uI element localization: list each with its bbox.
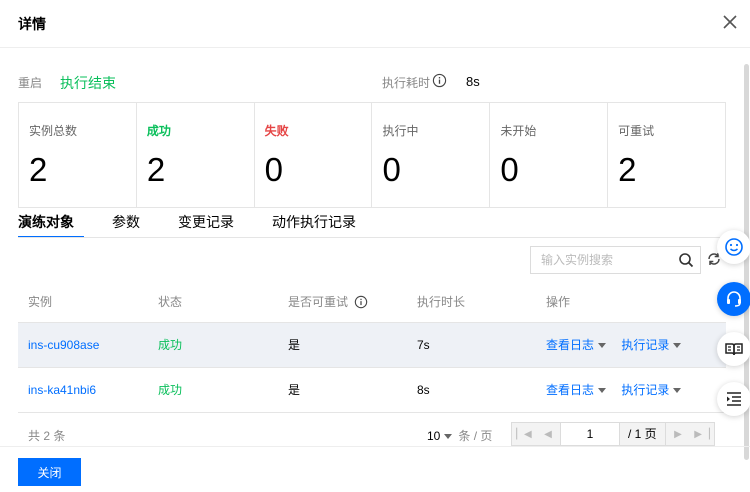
list-icon[interactable] [717, 382, 750, 416]
duration-cell: 7s [407, 322, 536, 368]
page-nav: ▏◀ ◀ 1 / 1 页 ▶ ▶▕ [511, 422, 715, 446]
view-log-label: 查看日志 [546, 383, 595, 397]
first-page-icon[interactable]: ▏◀ [512, 423, 536, 445]
tab-bar: 演练对象 参数 变更记录 动作执行记录 [18, 212, 394, 238]
column-header-status: 状态 [148, 282, 278, 323]
status-cell: 成功 [148, 367, 278, 413]
close-icon[interactable] [720, 12, 740, 32]
page-number-input[interactable]: 1 [560, 423, 620, 445]
book-icon[interactable] [717, 332, 750, 366]
total-count: 共 2 条 [28, 429, 66, 443]
info-icon[interactable] [432, 73, 447, 88]
page-size-value: 10 [427, 429, 441, 443]
stat-value: 0 [500, 151, 519, 188]
stat-value: 2 [146, 151, 166, 188]
page-size-select[interactable]: 10 条 / 页 [427, 427, 492, 444]
caret-down-icon [673, 343, 682, 349]
column-header-instance: 实例 [18, 282, 148, 323]
stat-value: 2 [29, 151, 48, 188]
table-row: ins-cu908ase 成功 是 7s 查看日志 执行记录 [18, 322, 726, 368]
smile-icon[interactable] [717, 230, 750, 264]
dialog-header: 详情 [0, 0, 750, 48]
exec-record-dropdown[interactable]: 执行记录 [621, 383, 682, 397]
restart-status: 执行结束 [60, 75, 116, 91]
stat-label: 成功 [146, 124, 171, 138]
stat-label: 执行中 [382, 124, 419, 138]
stat-running: 执行中 0 [371, 103, 489, 207]
page-of-label: / 1 页 [620, 423, 666, 445]
stat-value: 2 [618, 151, 637, 188]
dialog-title: 详情 [18, 16, 46, 32]
search-icon[interactable] [678, 252, 694, 268]
tab-divider [18, 237, 726, 238]
next-page-icon[interactable]: ▶ [666, 423, 690, 445]
column-header-label: 是否可重试 [288, 295, 349, 310]
exec-record-label: 执行记录 [621, 383, 670, 397]
restart-label: 重启 [18, 76, 43, 90]
view-log-label: 查看日志 [546, 338, 595, 352]
retryable-cell: 是 [278, 322, 407, 368]
exec-record-dropdown[interactable]: 执行记录 [621, 338, 682, 352]
tab-drill-targets[interactable]: 演练对象 [18, 212, 84, 238]
column-header-duration: 执行时长 [407, 282, 536, 323]
caret-down-icon [444, 434, 453, 440]
exec-record-label: 执行记录 [621, 338, 670, 352]
headset-icon[interactable] [717, 282, 750, 316]
stat-retryable: 可重试 2 [607, 103, 725, 207]
elapsed-value: 8s [466, 74, 480, 89]
stat-not-started: 未开始 0 [489, 103, 607, 207]
pagination: 共 2 条 10 条 / 页 ▏◀ ◀ 1 / 1 页 ▶ ▶▕ [18, 420, 726, 448]
tab-action-log[interactable]: 动作执行记录 [272, 212, 356, 238]
stat-value: 0 [264, 151, 284, 188]
close-button[interactable]: 关闭 [18, 458, 81, 486]
view-log-dropdown[interactable]: 查看日志 [546, 338, 607, 352]
stat-label: 未开始 [500, 124, 537, 138]
stats-panel: 实例总数 2 成功 2 失败 0 执行中 0 未开始 0 可重试 2 [18, 102, 726, 208]
instance-link[interactable]: ins-cu908ase [28, 338, 99, 352]
last-page-icon[interactable]: ▶▕ [690, 423, 714, 445]
stat-label: 失败 [264, 124, 289, 138]
duration-cell: 8s [407, 367, 536, 413]
retryable-cell: 是 [278, 367, 407, 413]
stat-label: 实例总数 [29, 124, 78, 138]
tab-parameters[interactable]: 参数 [112, 212, 140, 238]
page-size-unit: 条 / 页 [458, 429, 493, 443]
stat-total: 实例总数 2 [19, 103, 136, 207]
column-header-retryable: 是否可重试 [278, 282, 407, 323]
instance-link[interactable]: ins-ka41nbi6 [28, 383, 96, 397]
stat-label: 可重试 [618, 124, 655, 138]
tab-change-log[interactable]: 变更记录 [178, 212, 234, 238]
column-header-actions: 操作 [536, 282, 726, 323]
search-input[interactable] [532, 248, 672, 272]
caret-down-icon [598, 343, 607, 349]
view-log-dropdown[interactable]: 查看日志 [546, 383, 607, 397]
caret-down-icon [673, 388, 682, 394]
table-header-row: 实例 状态 是否可重试 执行时长 操作 [18, 282, 726, 323]
info-icon[interactable] [354, 295, 368, 309]
stat-value: 0 [382, 151, 401, 188]
elapsed-label: 执行耗时 [382, 76, 431, 90]
instance-table: 实例 状态 是否可重试 执行时长 操作 ins-cu908ase 成功 是 7s… [18, 282, 726, 413]
instance-search [530, 246, 701, 274]
footer-divider [0, 446, 750, 447]
caret-down-icon [598, 388, 607, 394]
status-cell: 成功 [148, 322, 278, 368]
prev-page-icon[interactable]: ◀ [536, 423, 560, 445]
table-row: ins-ka41nbi6 成功 是 8s 查看日志 执行记录 [18, 367, 726, 413]
stat-success: 成功 2 [135, 103, 254, 207]
stat-failed: 失败 0 [253, 103, 372, 207]
